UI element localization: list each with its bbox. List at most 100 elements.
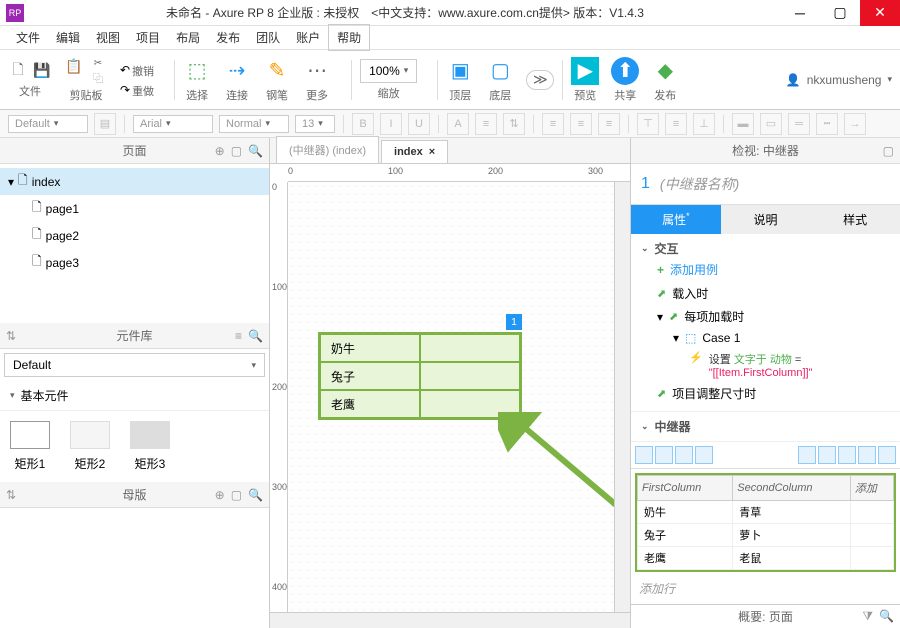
menu-help[interactable]: 帮助 [328,24,370,51]
widget-rect3[interactable]: 矩形3 [130,421,170,472]
repeater-widget[interactable]: 1 奶牛 兔子 老鹰 [318,332,522,420]
widget-rect2[interactable]: 矩形2 [70,421,110,472]
tab-notes[interactable]: 说明 [721,205,811,234]
align-left-button[interactable]: ≡ [542,113,564,135]
page-page2[interactable]: 🗋page2 [0,222,269,249]
add-row-link[interactable]: 添加行 [631,576,900,601]
bullet-button[interactable]: ≡ [475,113,497,135]
border-button[interactable]: ▭ [760,113,782,135]
collapse-icon[interactable]: ⇅ [6,329,16,343]
connect-tool-icon[interactable]: ⇢ [223,57,251,85]
maximize-button[interactable]: ▢ [820,0,860,26]
scrollbar-horizontal[interactable] [270,612,630,628]
size-select[interactable]: 13▾ [295,115,335,133]
user-icon[interactable]: 👤 [786,73,801,87]
line-style-button[interactable]: ┅ [816,113,838,135]
data-btn[interactable] [695,446,713,464]
select-tool-icon[interactable]: ⬚ [183,57,211,85]
tab-style[interactable]: 样式 [810,205,900,234]
event-onload[interactable]: ⬈载入时 [641,282,890,305]
collapse-masters-icon[interactable]: ⇅ [6,488,16,502]
repeater-cell[interactable] [420,362,520,390]
menu-team[interactable]: 团队 [248,25,288,50]
data-btn[interactable] [878,446,896,464]
col-add[interactable]: 添加 [850,476,893,501]
publish-icon[interactable]: ◆ [651,57,679,85]
menu-view[interactable]: 视图 [88,25,128,50]
case-1[interactable]: ▾⬚Case 1 [641,328,890,348]
event-onitemload[interactable]: ▾⬈每项加载时 [641,305,890,328]
data-btn[interactable] [798,446,816,464]
more-tool-icon[interactable]: ⋯ [303,57,331,85]
interactions-header[interactable]: ⌄交互 [641,240,890,257]
repeater-cell[interactable]: 老鹰 [320,390,420,418]
text-color-button[interactable]: A [447,113,469,135]
page-page3[interactable]: 🗋page3 [0,249,269,276]
undo-icon[interactable]: ↶ [120,63,130,77]
menu-edit[interactable]: 编辑 [48,25,88,50]
data-btn[interactable] [675,446,693,464]
canvas[interactable]: 1 奶牛 兔子 老鹰 [288,182,630,612]
add-case-link[interactable]: +添加用例 [641,257,890,282]
user-name[interactable]: nkxumusheng [807,73,882,87]
front-icon[interactable]: ▣ [446,57,474,85]
menu-publish[interactable]: 发布 [208,25,248,50]
line-width-button[interactable]: ═ [788,113,810,135]
minimize-button[interactable]: ─ [780,0,820,26]
valign-mid-button[interactable]: ≡ [665,113,687,135]
preview-icon[interactable]: ▶ [571,57,599,85]
widget-rect1[interactable]: 矩形1 [10,421,50,472]
lib-menu-icon[interactable]: ≡ [235,329,242,343]
page-index[interactable]: ▾🗋index [0,168,269,195]
style-select[interactable]: Default▾ [8,115,88,133]
tab-repeater-index[interactable]: (中继器) (index) [276,136,379,163]
align-right-button[interactable]: ≡ [598,113,620,135]
user-menu-chevron[interactable]: ▾ [887,74,892,85]
zoom-select[interactable]: 100%▾ [360,59,417,83]
fill-button[interactable]: ▬ [732,113,754,135]
paste-icon[interactable]: 📋 [64,57,84,77]
italic-button[interactable]: I [380,113,402,135]
save-icon[interactable]: 💾 [32,61,52,81]
valign-top-button[interactable]: ⊤ [637,113,659,135]
menu-account[interactable]: 账户 [288,25,328,50]
search-icon[interactable]: 🔍 [248,144,263,158]
col-header[interactable]: SecondColumn [733,476,850,501]
back-icon[interactable]: ▢ [486,57,514,85]
filter-icon[interactable]: ⧩ [862,609,873,624]
add-master-icon[interactable]: ⊕ [215,488,225,502]
pen-tool-icon[interactable]: ✎ [263,57,291,85]
tab-close-icon[interactable]: × [429,146,435,158]
data-btn[interactable] [818,446,836,464]
add-page-icon[interactable]: ⊕ [215,144,225,158]
bold-button[interactable]: B [352,113,374,135]
menu-file[interactable]: 文件 [8,25,48,50]
menu-project[interactable]: 项目 [128,25,168,50]
valign-bot-button[interactable]: ⊥ [693,113,715,135]
underline-button[interactable]: U [408,113,430,135]
outline-search-icon[interactable]: 🔍 [879,609,894,624]
share-icon[interactable]: ⬆ [611,57,639,85]
copy-icon[interactable]: ⿻ [88,71,108,85]
library-select[interactable]: Default▾ [4,353,265,377]
event-itemresize[interactable]: ⬈项目调整尺寸时 [641,382,890,405]
repeater-data-table[interactable]: FirstColumnSecondColumn添加 奶牛青草 兔子萝卜 老鹰老鼠 [635,473,896,572]
col-header[interactable]: FirstColumn [638,476,733,501]
redo-icon[interactable]: ↷ [120,83,130,97]
repeater-cell[interactable]: 奶牛 [320,334,420,362]
scrollbar-vertical[interactable] [614,182,630,612]
repeater-cell[interactable] [420,334,520,362]
master-folder-icon[interactable]: ▢ [231,488,242,502]
arrow-button[interactable]: → [844,113,866,135]
data-btn[interactable] [858,446,876,464]
tab-index[interactable]: index× [381,140,448,163]
data-btn[interactable] [838,446,856,464]
close-button[interactable]: ✕ [860,0,900,26]
basic-widgets-section[interactable]: ▾基本元件 [0,381,269,411]
widget-name-input[interactable]: (中继器名称) [660,174,739,194]
repeater-section-header[interactable]: ⌄中继器 [641,418,890,435]
tab-properties[interactable]: 属性* [631,205,721,234]
font-select[interactable]: Arial▾ [133,115,213,133]
data-btn[interactable] [635,446,653,464]
master-search-icon[interactable]: 🔍 [248,488,263,502]
